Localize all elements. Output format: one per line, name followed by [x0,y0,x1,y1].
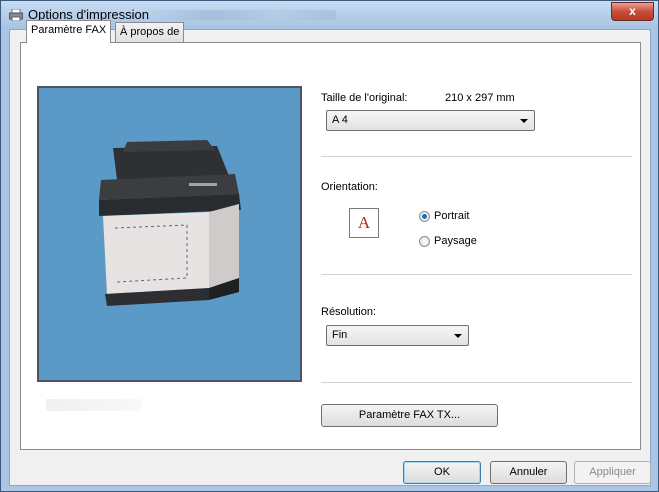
tab-parametre-fax[interactable]: Paramètre FAX [26,20,112,43]
printer-illustration [99,140,241,306]
original-size-dropdown[interactable]: A 4 [326,110,535,131]
ok-button[interactable]: OK [403,461,481,484]
blurred-printer-name [151,10,336,20]
chevron-down-icon [454,334,462,338]
resolution-dropdown[interactable]: Fin [326,325,469,346]
resolution-selected: Fin [332,329,348,341]
chevron-down-icon [520,119,528,123]
faint-footer-text [46,399,141,411]
original-size-label: Taille de l'original: [321,92,408,104]
resolution-label: Résolution: [321,306,377,318]
original-size-value: 210 x 297 mm [445,92,515,104]
printer-preview [37,86,302,382]
apply-button[interactable]: Appliquer [574,461,651,484]
landscape-label[interactable]: Paysage [434,235,477,247]
portrait-page-icon: A [349,208,379,238]
cancel-button[interactable]: Annuler [490,461,567,484]
landscape-radio[interactable] [419,236,430,247]
print-options-dialog: Options d'impression x Paramètre FAX À p… [0,0,659,492]
divider [321,156,632,157]
portrait-radio[interactable] [419,211,430,222]
fax-tx-settings-button[interactable]: Paramètre FAX TX... [321,404,498,427]
portrait-label[interactable]: Portrait [434,210,469,222]
original-size-selected: A 4 [332,114,348,126]
printer-icon [9,9,23,21]
tab-a-propos[interactable]: À propos de [115,22,185,42]
divider [321,274,632,275]
orientation-label: Orientation: [321,181,378,193]
divider [321,382,632,383]
close-button[interactable]: x [611,2,654,21]
